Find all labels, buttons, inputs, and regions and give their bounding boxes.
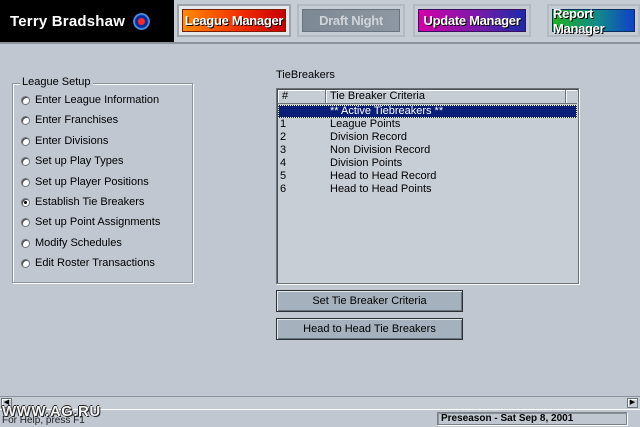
head-to-head-tie-breakers-button[interactable]: Head to Head Tie Breakers (276, 318, 463, 340)
list-row[interactable]: 3 Non Division Record (278, 144, 577, 157)
row-criteria: Head to Head Record (330, 170, 437, 182)
radio-set-up-player-positions[interactable]: Set up Player Positions (21, 175, 149, 189)
radio-button-icon[interactable] (21, 258, 30, 268)
league-setup-title: League Setup (20, 76, 93, 88)
row-criteria: Head to Head Points (330, 183, 432, 195)
list-row[interactable]: 2 Division Record (278, 131, 577, 144)
radio-set-up-point-assignments[interactable]: Set up Point Assignments (21, 215, 160, 229)
radio-button-icon[interactable] (21, 238, 30, 248)
list-row[interactable]: 1 League Points (278, 118, 577, 131)
row-criteria: Division Record (330, 131, 408, 143)
radio-enter-franchises[interactable]: Enter Franchises (21, 113, 118, 127)
scroll-right-arrow-icon[interactable]: ▶ (627, 398, 638, 408)
row-number: 6 (280, 183, 287, 195)
list-row-active-tiebreakers[interactable]: ** Active Tiebreakers ** (278, 105, 577, 118)
tiebreakers-title: TieBreakers (276, 69, 335, 81)
radio-button-icon[interactable] (21, 217, 30, 227)
tab-league-manager[interactable]: League Manager (177, 4, 291, 37)
list-header: # Tie Breaker Criteria (278, 90, 577, 104)
radio-button-icon[interactable] (21, 136, 30, 146)
radio-button-icon[interactable] (21, 177, 30, 187)
radio-label: Set up Player Positions (35, 176, 149, 188)
list-row[interactable]: 6 Head to Head Points (278, 183, 577, 196)
season-date-panel: Preseason - Sat Sep 8, 2001 (437, 412, 627, 425)
row-criteria: League Points (330, 118, 401, 130)
radio-enter-league-information[interactable]: Enter League Information (21, 93, 159, 107)
row-number: 1 (280, 118, 287, 130)
radio-label: Enter League Information (35, 94, 160, 106)
app-logo-text: Terry Bradshaw (10, 12, 126, 30)
watermark: WWW.AG.RU (2, 403, 101, 420)
top-navigation-bar: Terry Bradshaw League Manager Draft Nigh… (0, 0, 640, 42)
tab-draft-night[interactable]: Draft Night (297, 4, 405, 37)
set-tie-breaker-criteria-button[interactable]: Set Tie Breaker Criteria (276, 290, 463, 312)
row-criteria: Non Division Record (330, 144, 431, 156)
radio-label: Establish Tie Breakers (35, 196, 145, 208)
tab-league-manager-label: League Manager (182, 9, 286, 32)
radio-edit-roster-transactions[interactable]: Edit Roster Transactions (21, 256, 155, 270)
radio-button-icon[interactable] (21, 115, 30, 125)
radio-label: Set up Play Types (35, 155, 124, 167)
app-logo: Terry Bradshaw (0, 0, 174, 42)
radio-set-up-play-types[interactable]: Set up Play Types (21, 154, 123, 168)
radio-modify-schedules[interactable]: Modify Schedules (21, 236, 122, 250)
row-number (278, 105, 330, 118)
radio-label: Enter Franchises (35, 114, 119, 126)
row-number: 4 (280, 157, 287, 169)
football-icon (133, 12, 151, 30)
tab-update-manager-label: Update Manager (418, 9, 526, 32)
top-divider (0, 42, 640, 44)
radio-label: Enter Divisions (35, 135, 109, 147)
row-number: 2 (280, 131, 287, 143)
radio-enter-divisions[interactable]: Enter Divisions (21, 134, 108, 148)
radio-label: Modify Schedules (35, 237, 122, 249)
radio-button-icon[interactable] (21, 156, 30, 166)
row-number: 3 (280, 144, 287, 156)
tab-report-manager-label: Report Manager (552, 6, 635, 36)
column-header-number[interactable]: # (278, 90, 326, 104)
radio-label: Edit Roster Transactions (35, 257, 155, 269)
list-row[interactable]: 4 Division Points (278, 157, 577, 170)
radio-button-icon[interactable] (21, 95, 30, 105)
column-header-criteria[interactable]: Tie Breaker Criteria (326, 90, 566, 104)
row-criteria: ** Active Tiebreakers ** (330, 105, 444, 117)
column-header-filler (566, 90, 577, 104)
radio-label: Set up Point Assignments (35, 216, 161, 228)
row-criteria: Division Points (330, 157, 403, 169)
tab-draft-night-label: Draft Night (302, 9, 400, 32)
tab-report-manager[interactable]: Report Manager (547, 4, 640, 37)
radio-establish-tie-breakers[interactable]: Establish Tie Breakers (21, 195, 144, 209)
tiebreakers-listview[interactable]: # Tie Breaker Criteria ** Active Tiebrea… (276, 88, 579, 284)
radio-button-selected-icon[interactable] (21, 197, 30, 207)
list-row[interactable]: 5 Head to Head Record (278, 170, 577, 183)
tab-update-manager[interactable]: Update Manager (413, 4, 531, 37)
row-number: 5 (280, 170, 287, 182)
